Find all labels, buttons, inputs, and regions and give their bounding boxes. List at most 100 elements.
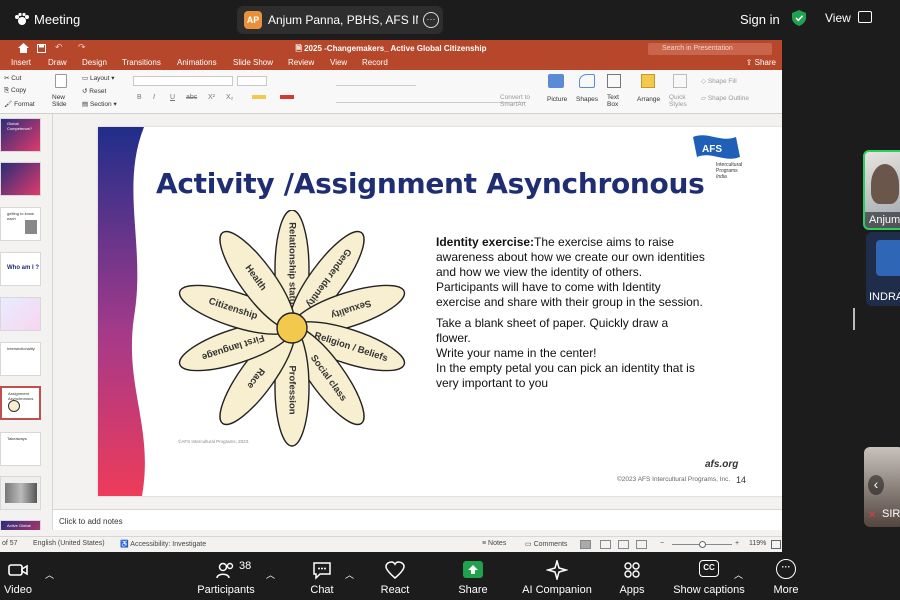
reset-button[interactable]: ↺ Reset bbox=[82, 87, 106, 95]
zoom-in-icon[interactable]: + bbox=[735, 540, 739, 547]
copy-button[interactable]: ⎘ Copy bbox=[4, 87, 26, 95]
participant-name: INDRA bbox=[869, 291, 900, 303]
pane-splitter[interactable] bbox=[52, 114, 53, 530]
slide-thumbnail[interactable] bbox=[0, 476, 41, 510]
slide-canvas[interactable]: Activity /Assignment Asynchronous AFS In… bbox=[98, 127, 782, 496]
zoom-out-icon[interactable]: − bbox=[660, 540, 664, 547]
accessibility-status[interactable]: ♿ Accessibility: Investigate bbox=[120, 540, 206, 548]
layout-button[interactable]: ▭ Layout ▾ bbox=[82, 74, 115, 82]
text-box-button[interactable]: Text Box bbox=[607, 94, 627, 108]
new-slide-button[interactable]: New Slide bbox=[52, 94, 72, 108]
shapes-button[interactable]: Shapes bbox=[576, 96, 598, 103]
arrange-button[interactable]: Arrange bbox=[637, 96, 660, 103]
tab-view[interactable]: View bbox=[330, 58, 347, 67]
search-input[interactable]: Search in Presentation bbox=[648, 43, 772, 55]
arrange-icon[interactable] bbox=[641, 74, 655, 88]
react-button[interactable]: React bbox=[373, 552, 417, 600]
normal-view-icon[interactable] bbox=[580, 540, 591, 549]
highlight-color-icon[interactable] bbox=[252, 95, 266, 99]
font-family-field[interactable] bbox=[133, 76, 233, 86]
font-size-field[interactable] bbox=[237, 76, 267, 86]
sharer-more-icon[interactable]: ··· bbox=[423, 12, 439, 28]
underline-icon[interactable]: U bbox=[170, 94, 175, 101]
zoom-slider-thumb[interactable] bbox=[699, 541, 706, 548]
slide-thumbnail[interactable]: Global Competence? bbox=[0, 118, 41, 152]
captions-options-chevron-icon[interactable]: ︿ bbox=[734, 568, 743, 581]
more-button[interactable]: ··· More bbox=[764, 552, 808, 600]
fit-slide-icon[interactable] bbox=[771, 540, 781, 549]
tab-slide-show[interactable]: Slide Show bbox=[233, 58, 273, 67]
view-grid-icon[interactable] bbox=[858, 11, 872, 23]
quick-styles-icon[interactable] bbox=[673, 74, 687, 88]
tab-animations[interactable]: Animations bbox=[177, 58, 217, 67]
strikethrough-icon[interactable]: abc bbox=[186, 94, 197, 101]
chat-button[interactable]: Chat bbox=[300, 552, 344, 600]
share-screen-button[interactable]: Share bbox=[450, 552, 496, 600]
gallery-drag-handle[interactable] bbox=[853, 308, 855, 330]
slide-thumbnail[interactable] bbox=[0, 297, 41, 331]
ai-companion-label: AI Companion bbox=[522, 584, 592, 596]
previous-page-icon[interactable]: ‹ bbox=[868, 475, 884, 495]
tab-design[interactable]: Design bbox=[82, 58, 107, 67]
participant-tile[interactable]: ‹ ✕ SIR bbox=[864, 447, 900, 527]
subscript-icon[interactable]: X₂ bbox=[226, 94, 233, 101]
participant-tile-active-speaker[interactable]: Anjum bbox=[863, 150, 900, 230]
language-status[interactable]: English (United States) bbox=[33, 540, 105, 547]
slide-thumbnail[interactable]: getting to know each bbox=[0, 207, 41, 241]
bullets-toolbar[interactable] bbox=[336, 76, 416, 86]
slide-thumbnail[interactable] bbox=[0, 162, 41, 196]
font-color-icon[interactable] bbox=[280, 95, 294, 99]
tab-review[interactable]: Review bbox=[288, 58, 314, 67]
notes-placeholder[interactable]: Click to add notes bbox=[59, 517, 123, 526]
shape-fill-button[interactable]: ◇ Shape Fill bbox=[701, 77, 737, 85]
format-painter-button[interactable]: 🖌 Format bbox=[4, 100, 35, 108]
cut-button[interactable]: ✂ Cut bbox=[4, 74, 21, 82]
share-button[interactable]: ⇪ Share bbox=[746, 58, 776, 67]
video-options-chevron-icon[interactable]: ︿ bbox=[45, 568, 54, 581]
chat-options-chevron-icon[interactable]: ︿ bbox=[345, 568, 354, 581]
sign-in-button[interactable]: Sign in bbox=[740, 12, 780, 27]
meeting-menu-label[interactable]: Meeting bbox=[34, 12, 80, 27]
more-label: More bbox=[773, 584, 799, 596]
italic-icon[interactable]: I bbox=[153, 94, 155, 101]
tab-insert[interactable]: Insert bbox=[11, 58, 31, 67]
convert-smartart-button[interactable]: Convert to SmartArt bbox=[500, 94, 540, 108]
comments-toggle[interactable]: ▭ Comments bbox=[525, 540, 567, 548]
security-shield-icon[interactable] bbox=[792, 10, 806, 26]
section-button[interactable]: ▤ Section ▾ bbox=[82, 100, 117, 108]
alignment-toolbar[interactable] bbox=[336, 93, 526, 103]
quick-styles-button[interactable]: Quick Styles bbox=[669, 94, 691, 108]
participant-tile[interactable]: INDRA bbox=[866, 232, 900, 306]
shape-outline-button[interactable]: ▱ Shape Outline bbox=[701, 94, 749, 102]
notes-pane[interactable] bbox=[53, 509, 782, 530]
tab-draw[interactable]: Draw bbox=[48, 58, 67, 67]
tab-record[interactable]: Record bbox=[362, 58, 388, 67]
slide-sorter-icon[interactable] bbox=[600, 540, 611, 549]
tab-transitions[interactable]: Transitions bbox=[122, 58, 161, 67]
participants-button[interactable]: 38 Participants bbox=[195, 552, 257, 600]
reading-view-icon[interactable] bbox=[618, 540, 629, 549]
slide-thumbnail[interactable]: Who am I ? bbox=[0, 252, 41, 286]
shape-fill-label: Shape Fill bbox=[707, 78, 737, 85]
new-slide-icon[interactable] bbox=[55, 74, 67, 88]
superscript-icon[interactable]: X² bbox=[208, 94, 215, 101]
bold-icon[interactable]: B bbox=[137, 94, 142, 101]
participants-label: Participants bbox=[197, 584, 255, 596]
picture-button[interactable]: Picture bbox=[547, 96, 567, 103]
apps-button[interactable]: Apps bbox=[610, 552, 654, 600]
text-box-icon[interactable] bbox=[607, 74, 621, 88]
slide-thumbnail-current[interactable]: Assignment Asynchronous bbox=[0, 386, 41, 420]
view-button[interactable]: View bbox=[825, 11, 851, 25]
notes-toggle[interactable]: ≡ Notes bbox=[482, 540, 506, 547]
picture-icon[interactable] bbox=[548, 74, 564, 88]
zoom-level[interactable]: 119% bbox=[749, 540, 766, 547]
slide-thumbnail[interactable]: Takeaways bbox=[0, 432, 41, 466]
slide-thumbnail[interactable]: Intersectionality bbox=[0, 342, 41, 376]
participants-options-chevron-icon[interactable]: ︿ bbox=[266, 568, 275, 581]
ai-companion-button[interactable]: AI Companion bbox=[520, 552, 594, 600]
video-button[interactable]: Video bbox=[0, 552, 36, 600]
shapes-icon[interactable] bbox=[579, 74, 595, 88]
notes-toggle-label: Notes bbox=[488, 540, 507, 547]
slideshow-view-icon[interactable] bbox=[636, 540, 647, 549]
slide-thumbnail[interactable]: Active Global bbox=[0, 520, 41, 530]
